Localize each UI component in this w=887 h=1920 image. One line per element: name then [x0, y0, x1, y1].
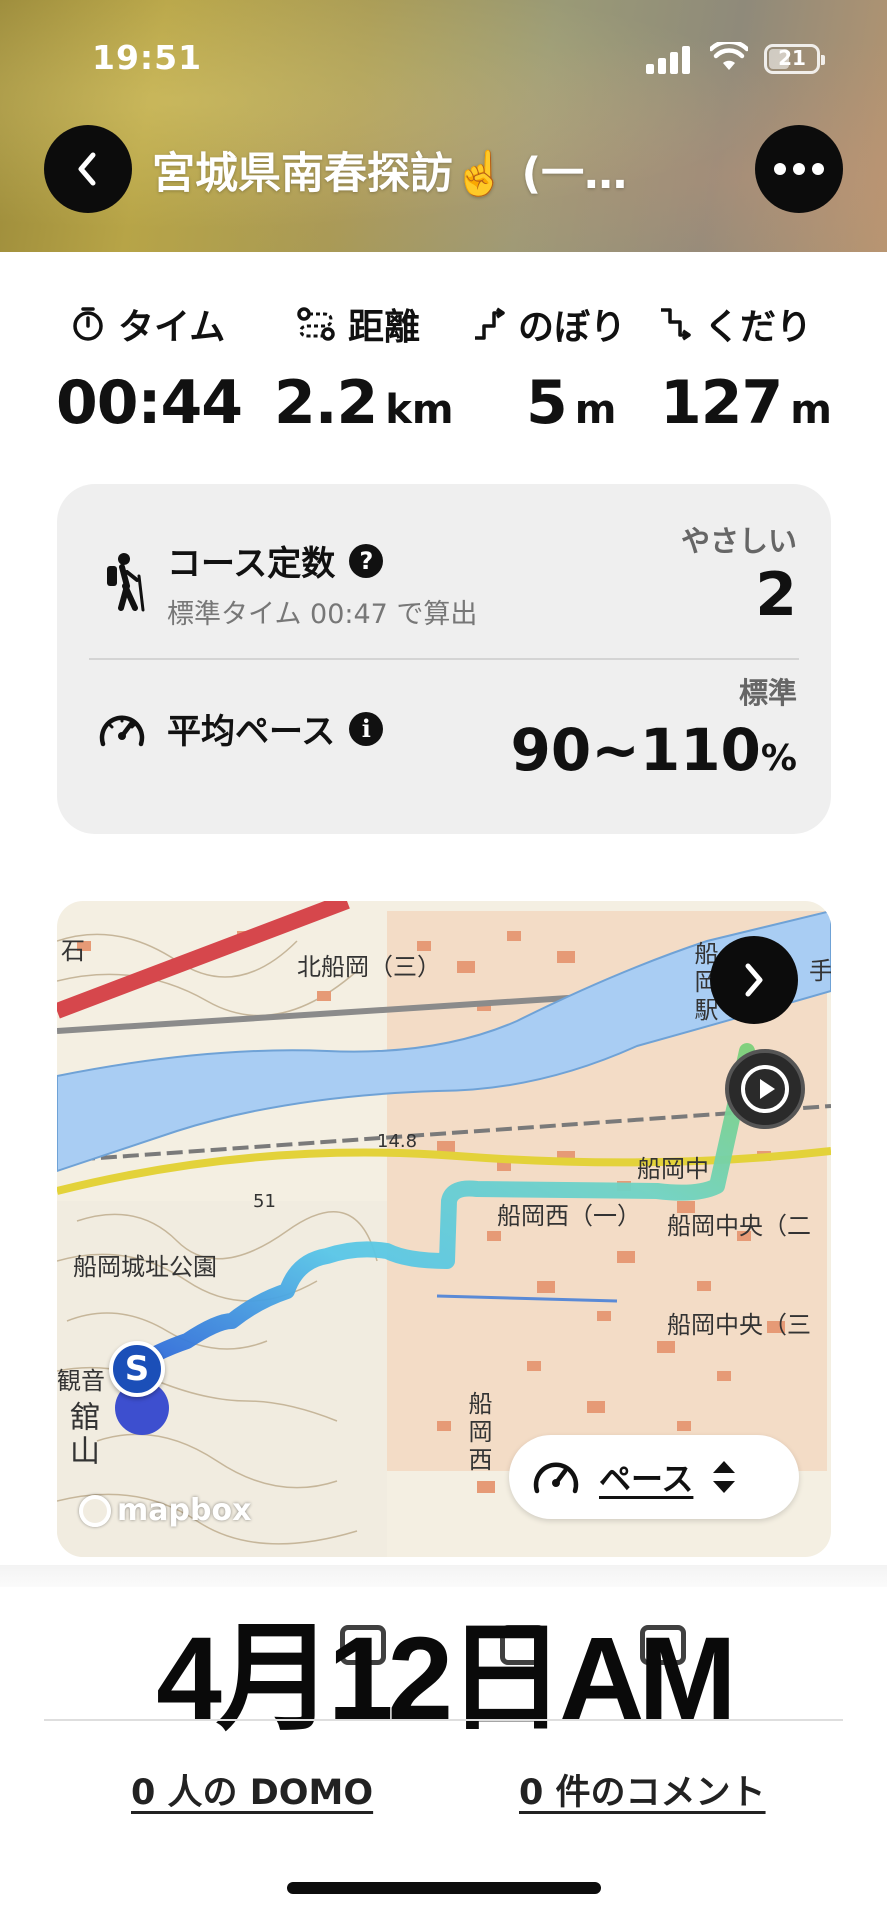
route-map[interactable]: 北船岡（三） 船岡中 船岡西（一） 船岡中央（二 船岡中央（三 船岡城址公園 観…	[57, 901, 831, 1557]
map-label-elevation-51: 51	[253, 1191, 276, 1212]
stat-descent-value: 127 m	[660, 368, 832, 438]
map-play-button[interactable]	[725, 1049, 805, 1129]
comments-link[interactable]: 0 件のコメント	[519, 1764, 766, 1815]
header-background: 19:51 21 宮城県南春探訪☝️ (一…	[0, 0, 887, 252]
difficulty-label: やさしい	[680, 524, 797, 558]
start-marker: S	[109, 1341, 165, 1397]
map-label-kita-funaoka: 北船岡（三）	[297, 953, 441, 981]
back-button[interactable]	[44, 125, 132, 213]
stat-distance-number: 2.2	[274, 368, 378, 438]
map-label-funaoka-top: 船岡中	[637, 1155, 709, 1183]
home-indicator	[287, 1882, 601, 1894]
course-constant-title-text: コース定数	[167, 544, 336, 584]
pace-standard-label: 標準	[738, 676, 797, 710]
pace-toggle-label: ペース	[599, 1460, 694, 1498]
stat-ascent-value: 5m	[526, 368, 616, 438]
play-icon	[741, 1065, 789, 1113]
map-next-button[interactable]	[710, 936, 798, 1024]
pace-toggle-button[interactable]: ペース	[509, 1435, 799, 1519]
mapbox-attribution-text: mapbox	[117, 1493, 252, 1528]
map-label-kannon: 観音	[57, 1367, 105, 1395]
status-time: 19:51	[92, 38, 203, 77]
map-label-elevation-148: 14.8	[377, 1131, 418, 1152]
stat-distance-label-text: 距離	[348, 307, 421, 348]
help-icon[interactable]: ?	[349, 543, 384, 578]
map-label-te: 手	[809, 957, 831, 985]
more-options-button[interactable]	[755, 125, 843, 213]
stat-time-number: 00:44	[56, 368, 243, 438]
average-pace-title: 平均ペース i	[167, 704, 384, 753]
course-constant-title: コース定数 ?	[167, 536, 384, 585]
speedometer-icon	[99, 715, 145, 747]
map-label-funaoka-chuo-2: 船岡中央（二	[667, 1212, 811, 1240]
stat-ascent-unit: m	[574, 387, 617, 433]
battery-level: 21	[778, 46, 806, 70]
ascent-icon	[475, 307, 505, 340]
stat-distance-label: 距離	[296, 298, 420, 350]
footer-divider	[44, 1719, 843, 1721]
mapbox-logo-icon	[79, 1494, 111, 1527]
chevron-right-icon	[745, 963, 763, 997]
info-icon[interactable]: i	[349, 711, 384, 746]
mapbox-attribution[interactable]: mapbox	[79, 1493, 251, 1528]
average-pace-title-text: 平均ペース	[167, 712, 336, 752]
domo-link[interactable]: 0 人の DOMO	[131, 1764, 373, 1815]
chevron-left-icon	[78, 152, 96, 186]
nav-bar: 宮城県南春探訪☝️ (一…	[0, 125, 887, 215]
map-label-funaoka-nishi-vertical: 船岡西	[464, 1391, 492, 1475]
speedometer-icon	[533, 1462, 579, 1494]
route-distance-icon	[297, 307, 335, 341]
stat-ascent-label: のぼり	[472, 298, 626, 350]
wifi-icon	[710, 42, 748, 70]
ellipsis-icon	[774, 163, 824, 175]
hiker-icon	[107, 553, 145, 612]
stats-labels: タイム 距離 のぼり くだり	[0, 298, 887, 348]
stopwatch-icon	[73, 307, 103, 341]
stat-time-value: 00:44	[56, 368, 243, 438]
pace-number: 90~110	[510, 716, 761, 784]
map-label-funaoka-chuo-3: 船岡中央（三	[667, 1311, 811, 1339]
stat-ascent-number: 5	[526, 368, 568, 438]
battery-icon: 21	[764, 44, 825, 74]
pace-unit: %	[760, 738, 797, 779]
stats-values: 00:44 2.2 km 5m 127 m	[0, 368, 887, 438]
sort-updown-icon	[713, 1461, 736, 1493]
map-label-ishi: 石	[61, 937, 85, 965]
stat-descent-unit: m	[790, 387, 832, 433]
course-constant-value: 2	[755, 560, 797, 630]
stat-time-label-text: タイム	[118, 307, 226, 348]
course-constant-row: コース定数 ? 標準タイム 00:47 で算出 やさしい 2	[57, 484, 831, 654]
stat-descent-label-text: くだり	[704, 307, 813, 348]
stat-distance-value: 2.2 km	[274, 368, 454, 438]
map-label-castle-park: 船岡城址公園	[73, 1253, 217, 1281]
stat-descent-number: 127	[660, 368, 783, 438]
course-constant-subtitle: 標準タイム 00:47 で算出	[167, 599, 478, 630]
date-overlay-text: 4月12日AM	[156, 1613, 736, 1745]
average-pace-row: 平均ペース i 標準 90~110%	[57, 660, 831, 830]
stat-time-label: タイム	[70, 298, 225, 350]
map-label-tateyama: 舘山	[64, 1401, 99, 1469]
stat-distance-unit: km	[385, 387, 454, 433]
course-info-card: コース定数 ? 標準タイム 00:47 で算出 やさしい 2 平均ペース i 標…	[57, 484, 831, 834]
page-title: 宮城県南春探訪☝️ (一…	[152, 149, 628, 199]
stat-descent-label: くだり	[658, 298, 812, 350]
status-bar: 19:51 21	[0, 0, 887, 110]
cellular-signal-icon	[646, 46, 690, 74]
stat-ascent-label-text: のぼり	[518, 307, 627, 348]
pace-value: 90~110%	[511, 716, 797, 784]
descent-icon	[661, 308, 691, 341]
map-label-funaoka-nishi: 船岡西（一）	[497, 1202, 641, 1230]
